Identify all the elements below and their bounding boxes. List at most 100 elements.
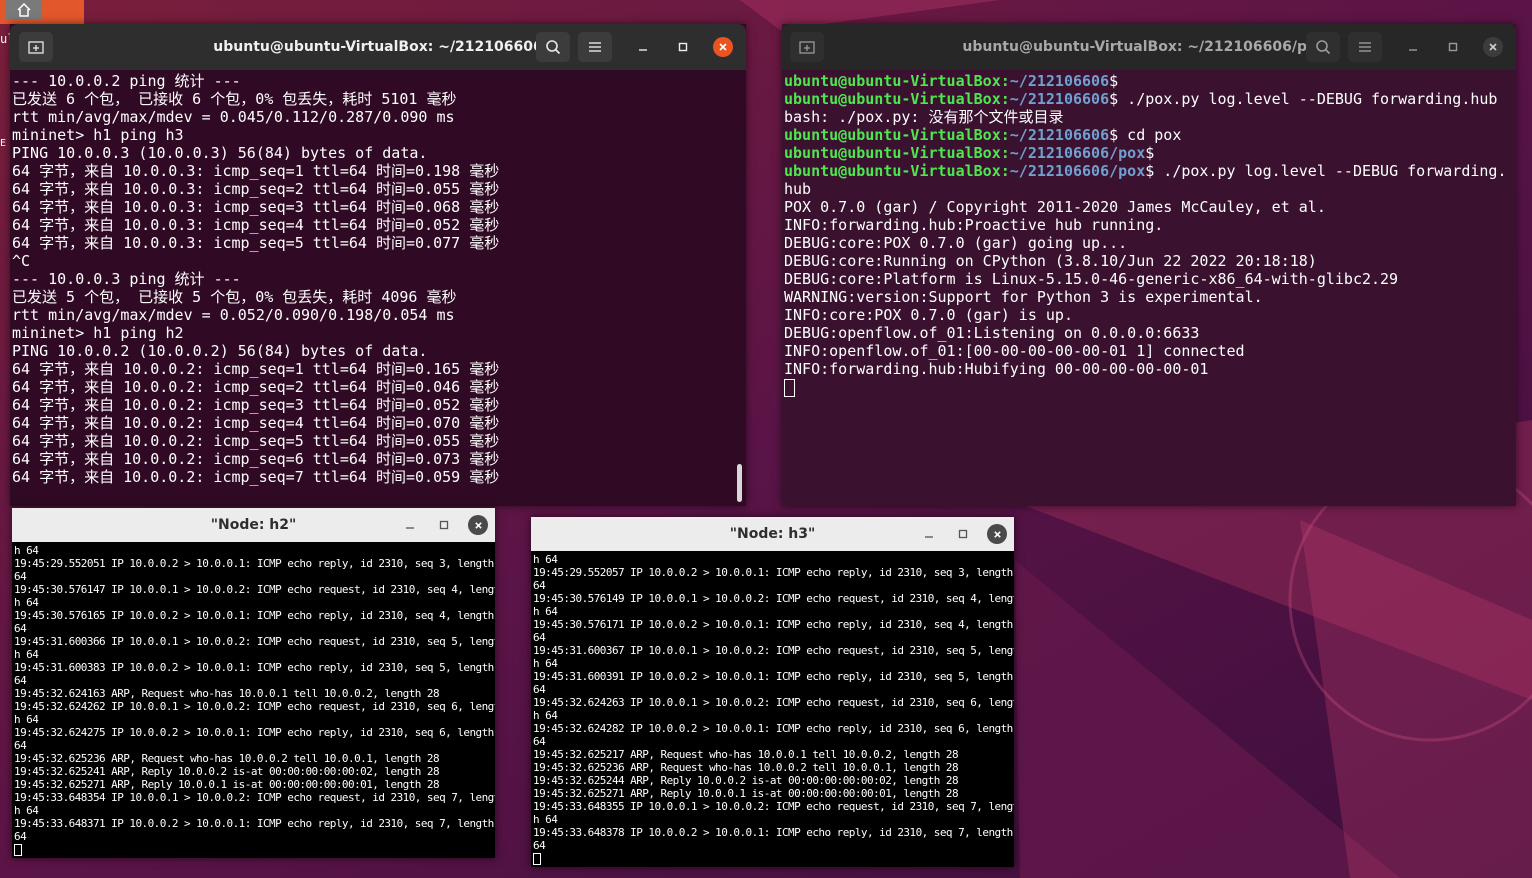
terminal-line: POX 0.7.0 (gar) / Copyright 2011-2020 Ja… xyxy=(784,198,1516,216)
minimize-icon xyxy=(925,536,933,538)
xterm-line: 64 xyxy=(14,674,27,687)
xterm-line: 19:45:29.552051 IP 10.0.0.2 > 10.0.0.1: … xyxy=(14,557,494,570)
prompt-symbol: $ xyxy=(1145,144,1155,162)
xterm-line: 19:45:32.625271 ARP, Reply 10.0.0.1 is-a… xyxy=(14,778,440,791)
terminal-line: 64 字节，来自 10.0.0.2: icmp_seq=5 ttl=64 时间=… xyxy=(12,432,500,450)
xterm-line: 19:45:30.576171 IP 10.0.0.2 > 10.0.0.1: … xyxy=(533,618,1013,631)
prompt-separator: : xyxy=(1000,144,1010,162)
prompt-separator: : xyxy=(1000,162,1010,180)
edge-label-e: E xyxy=(0,138,7,149)
xterm-line: 19:45:32.624263 IP 10.0.0.1 > 10.0.0.2: … xyxy=(533,696,1014,709)
terminal-line: rtt min/avg/max/mdev = 0.045/0.112/0.287… xyxy=(12,108,455,126)
text-cursor xyxy=(533,853,541,865)
prompt-path: ~/212106606/pox xyxy=(1009,144,1146,162)
command-text: cd pox xyxy=(1118,126,1182,144)
output-text: WARNING:version:Support for Python 3 is … xyxy=(784,288,1263,306)
prompt-user: ubuntu@ubuntu-VirtualBox xyxy=(784,90,1001,108)
output-text: DEBUG:core:Running on CPython (3.8.10/Ju… xyxy=(784,252,1317,270)
minimize-button[interactable] xyxy=(1404,38,1422,56)
xterm-line: 19:45:32.624163 ARP, Request who-has 10.… xyxy=(14,687,440,700)
xterm-line: 19:45:29.552057 IP 10.0.0.2 > 10.0.0.1: … xyxy=(533,566,1013,579)
terminal-line: DEBUG:core:Platform is Linux-5.15.0-46-g… xyxy=(784,270,1516,288)
xterm-line: h 64 xyxy=(533,657,558,670)
new-tab-button[interactable] xyxy=(790,32,824,62)
terminal-titlebar[interactable]: ubuntu@ubuntu-VirtualBox: ~/212106606/po… xyxy=(782,24,1516,70)
maximize-button[interactable] xyxy=(674,38,692,56)
terminal-line: PING 10.0.0.3 (10.0.0.3) 56(84) bytes of… xyxy=(12,144,428,162)
hamburger-menu-icon xyxy=(1359,42,1371,52)
output-text: INFO:openflow.of_01:[00-00-00-00-00-01 1… xyxy=(784,342,1245,360)
terminal-line: --- 10.0.0.3 ping 统计 --- xyxy=(12,270,241,288)
xterm-line: 19:45:32.624282 IP 10.0.0.2 > 10.0.0.1: … xyxy=(533,722,1013,735)
terminal-output[interactable]: ubuntu@ubuntu-VirtualBox:~/212106606$ ubu… xyxy=(782,70,1516,506)
minimize-icon xyxy=(1409,49,1417,51)
close-button[interactable] xyxy=(468,515,488,535)
xterm-line: 64 xyxy=(533,683,546,696)
xterm-line: 64 xyxy=(533,839,546,852)
minimize-button[interactable] xyxy=(634,38,652,56)
close-button[interactable] xyxy=(987,524,1007,544)
terminal-line: DEBUG:core:Running on CPython (3.8.10/Ju… xyxy=(784,252,1516,270)
terminal-line: INFO:openflow.of_01:[00-00-00-00-00-01 1… xyxy=(784,342,1516,360)
prompt-separator: : xyxy=(1000,126,1010,144)
terminal-window-pox[interactable]: ubuntu@ubuntu-VirtualBox: ~/212106606/po… xyxy=(782,24,1516,506)
xterm-titlebar[interactable]: "Node: h2" xyxy=(12,508,495,542)
xterm-output[interactable]: h 64 19:45:29.552057 IP 10.0.0.2 > 10.0.0… xyxy=(531,551,1014,867)
close-button[interactable] xyxy=(713,37,733,57)
search-button[interactable] xyxy=(1306,32,1340,62)
menu-button[interactable] xyxy=(1348,32,1382,62)
scrollbar-thumb[interactable] xyxy=(737,464,742,502)
minimize-button[interactable] xyxy=(920,525,938,543)
close-icon xyxy=(719,43,727,51)
xterm-line: h 64 xyxy=(533,709,558,722)
new-tab-button[interactable] xyxy=(19,32,53,62)
maximize-button[interactable] xyxy=(1444,38,1462,56)
terminal-line: 64 字节，来自 10.0.0.2: icmp_seq=6 ttl=64 时间=… xyxy=(12,450,500,468)
terminal-window-mininet[interactable]: ubuntu@ubuntu-VirtualBox: ~/212106606 --… xyxy=(10,24,746,506)
window-title: "Node: h3" xyxy=(729,526,816,542)
terminal-line: mininet> h1 ping h2 xyxy=(12,324,184,342)
xterm-line: 19:45:32.625241 ARP, Reply 10.0.0.2 is-a… xyxy=(14,765,440,778)
xterm-line: 19:45:33.648354 IP 10.0.0.1 > 10.0.0.2: … xyxy=(14,791,495,804)
maximize-icon xyxy=(439,520,449,530)
xterm-cursor-line xyxy=(533,852,1014,865)
xterm-line: 19:45:31.600366 IP 10.0.0.1 > 10.0.0.2: … xyxy=(14,635,495,648)
home-button[interactable] xyxy=(6,0,42,20)
terminal-line: bash: ./pox.py: 没有那个文件或目录 xyxy=(784,108,1516,126)
terminal-line: 64 字节，来自 10.0.0.2: icmp_seq=4 ttl=64 时间=… xyxy=(12,414,500,432)
window-title: ubuntu@ubuntu-VirtualBox: ~/212106606 xyxy=(213,39,543,55)
xterm-output[interactable]: h 64 19:45:29.552051 IP 10.0.0.2 > 10.0.0… xyxy=(12,542,495,858)
xterm-line: 19:45:30.576147 IP 10.0.0.1 > 10.0.0.2: … xyxy=(14,583,495,596)
output-text: INFO:forwarding.hub:Hubifying 00-00-00-0… xyxy=(784,360,1209,378)
command-text: ./pox.py log.level --DEBUG forwarding.hu… xyxy=(1118,90,1498,108)
maximize-icon xyxy=(1448,42,1458,52)
terminal-line: rtt min/avg/max/mdev = 0.052/0.090/0.198… xyxy=(12,306,455,324)
output-text: POX 0.7.0 (gar) / Copyright 2011-2020 Ja… xyxy=(784,198,1326,216)
prompt-symbol: $ xyxy=(1109,72,1119,90)
terminal-titlebar[interactable]: ubuntu@ubuntu-VirtualBox: ~/212106606 xyxy=(10,24,746,70)
terminal-output[interactable]: --- 10.0.0.2 ping 统计 --- 已发送 6 个包， 已接收 6 … xyxy=(10,70,746,506)
prompt-user: ubuntu@ubuntu-VirtualBox xyxy=(784,72,1001,90)
text-cursor xyxy=(784,378,795,397)
terminal-line: 已发送 6 个包， 已接收 6 个包，0% 包丢失，耗时 5101 毫秒 xyxy=(12,90,457,108)
terminal-line: INFO:forwarding.hub:Proactive hub runnin… xyxy=(784,216,1516,234)
terminal-line: ubuntu@ubuntu-VirtualBox:~/212106606$ xyxy=(784,72,1516,90)
maximize-icon xyxy=(678,42,688,52)
xterm-window-node-h2[interactable]: "Node: h2" h 64 19:45:29.552051 IP 10.0.0… xyxy=(12,508,495,858)
terminal-cursor-line xyxy=(784,378,1516,397)
minimize-button[interactable] xyxy=(401,516,419,534)
xterm-titlebar[interactable]: "Node: h3" xyxy=(531,517,1014,551)
maximize-button[interactable] xyxy=(954,525,972,543)
xterm-line: 64 xyxy=(14,739,27,752)
xterm-line: h 64 xyxy=(14,544,39,557)
search-icon xyxy=(1316,40,1331,55)
xterm-line: 64 xyxy=(14,830,27,843)
xterm-window-node-h3[interactable]: "Node: h3" h 64 19:45:29.552057 IP 10.0.0… xyxy=(531,517,1014,867)
xterm-line: h 64 xyxy=(533,605,558,618)
close-button[interactable] xyxy=(1483,37,1503,57)
menu-button[interactable] xyxy=(578,32,612,62)
terminal-line: 64 字节，来自 10.0.0.3: icmp_seq=4 ttl=64 时间=… xyxy=(12,216,500,234)
search-button[interactable] xyxy=(536,32,570,62)
maximize-button[interactable] xyxy=(435,516,453,534)
terminal-line: 64 字节，来自 10.0.0.3: icmp_seq=2 ttl=64 时间=… xyxy=(12,180,500,198)
